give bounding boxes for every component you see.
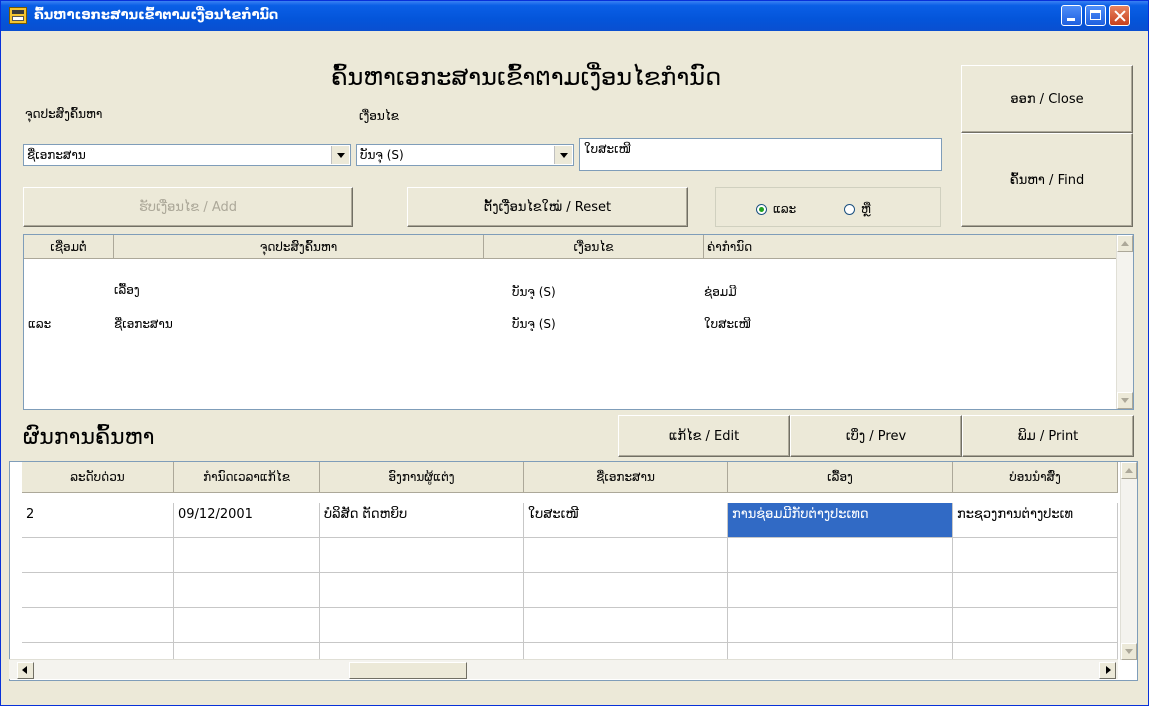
field-select-value: ຊື່ເອກະສານ: [27, 148, 86, 162]
empty-cell[interactable]: [320, 538, 524, 573]
close-icon[interactable]: [1109, 5, 1130, 26]
criteria-header-join[interactable]: ເຊື່ອມຕໍ່: [24, 235, 114, 259]
empty-cell[interactable]: [728, 538, 953, 573]
criteria-grid[interactable]: ເຊື່ອມຕໍ່ ຈຸດປະສົງຄົ້ນຫາ ເງື່ອນໄຂ ຄ່າກຳນ…: [23, 234, 1134, 410]
edit-button[interactable]: ແກ້ໄຂ / Edit: [618, 415, 790, 457]
join-radio-group: ແລະ ຫຼື: [715, 187, 941, 227]
result-cell-priority[interactable]: 2: [22, 503, 174, 538]
scroll-left-icon[interactable]: [17, 662, 34, 679]
field-select[interactable]: ຊື່ເອກະສານ: [23, 144, 351, 166]
results-hscroll[interactable]: [9, 659, 1118, 679]
criteria-header-value[interactable]: ຄ່າກຳນົດ: [704, 235, 1117, 259]
empty-cell[interactable]: [953, 573, 1118, 608]
results-grid[interactable]: ລະດັບດ່ວນ ກຳນົດເວລາແກ້ໄຂ ອົງການຜູ້ແຕ່ງ ຊ…: [9, 461, 1138, 681]
minimize-icon[interactable]: [1061, 5, 1082, 26]
criteria-row-1-field[interactable]: ເລື້ອງ: [114, 283, 140, 297]
criteria-row-2-field[interactable]: ຊື່ເອກະສານ: [114, 317, 173, 331]
page-title: ຄົ້ນຫາເອກະສານເຂົ້າຕາມເງື່ອນໄຂກຳນົດ: [331, 63, 722, 91]
maximize-icon[interactable]: [1085, 5, 1106, 26]
prev-button[interactable]: ເບິ່ງ / Prev: [790, 415, 962, 457]
empty-cell[interactable]: [174, 608, 320, 643]
results-header-destination[interactable]: ບ່ອນນຳສົ່ງ: [953, 462, 1118, 493]
find-button[interactable]: ຄົ້ນຫາ / Find: [961, 133, 1133, 227]
app-icon: [9, 7, 27, 24]
chevron-down-icon[interactable]: [331, 146, 349, 164]
results-header-subject[interactable]: ເລື້ອງ: [728, 462, 953, 493]
criteria-row-1-value[interactable]: ຊ່ອມມີ: [704, 285, 737, 299]
result-cell-destination[interactable]: ກະຊວງການຕ່າງປະເທ: [953, 503, 1118, 538]
radio-or[interactable]: ຫຼື: [844, 202, 871, 216]
empty-cell[interactable]: [728, 608, 953, 643]
empty-cell[interactable]: [320, 608, 524, 643]
results-header-deadline[interactable]: ກຳນົດເວລາແກ້ໄຂ: [174, 462, 320, 493]
condition-select-value: ບັນຈຸ (S): [360, 148, 404, 162]
field-label: ຈຸດປະສົງຄົ້ນຫາ: [25, 107, 103, 121]
radio-on-icon: [756, 203, 767, 215]
empty-cell[interactable]: [320, 573, 524, 608]
criteria-vscroll[interactable]: [1116, 235, 1133, 409]
result-cell-subject[interactable]: ການຊ່ອມມີກັບຕ່າງປະເທດ: [728, 503, 953, 538]
reset-button[interactable]: ຕັ້ງເງື່ອນໄຂໃໝ່ / Reset: [407, 187, 688, 227]
criteria-header-field[interactable]: ຈຸດປະສົງຄົ້ນຫາ: [114, 235, 484, 259]
window-title: ຄົ້ນຫາເອກະສານເຂົ້າຕາມເງື່ອນໄຂກຳນົດ: [34, 8, 279, 23]
results-header-priority[interactable]: ລະດັບດ່ວນ: [22, 462, 174, 493]
empty-cell[interactable]: [22, 573, 174, 608]
result-cell-deadline[interactable]: 09/12/2001: [174, 503, 320, 538]
empty-cell[interactable]: [174, 573, 320, 608]
scroll-down-icon[interactable]: [1121, 643, 1137, 660]
results-header-docname[interactable]: ຊື່ເອກະສານ: [524, 462, 728, 493]
empty-cell[interactable]: [728, 573, 953, 608]
search-value-input[interactable]: ໃບສະເໜີ: [579, 138, 942, 171]
radio-or-label: ຫຼື: [861, 202, 871, 216]
title-bar[interactable]: ຄົ້ນຫາເອກະສານເຂົ້າຕາມເງື່ອນໄຂກຳນົດ: [1, 1, 1148, 31]
add-button[interactable]: ຮັບເງື່ອນໄຂ / Add: [23, 187, 353, 227]
empty-cell[interactable]: [22, 538, 174, 573]
criteria-row-2-join[interactable]: ແລະ: [28, 317, 51, 331]
empty-cell[interactable]: [524, 538, 728, 573]
empty-cell[interactable]: [953, 608, 1118, 643]
empty-cell[interactable]: [524, 608, 728, 643]
empty-cell[interactable]: [953, 538, 1118, 573]
radio-and-label: ແລະ: [773, 202, 797, 216]
criteria-row-2-value[interactable]: ໃບສະເໜີ: [704, 317, 751, 331]
radio-and[interactable]: ແລະ: [756, 202, 796, 216]
scroll-up-icon[interactable]: [1117, 235, 1133, 252]
scroll-right-icon[interactable]: [1099, 662, 1116, 679]
result-cell-author[interactable]: ບໍລິສັດ ຕັດຫຍິບ: [320, 503, 524, 538]
scroll-up-icon[interactable]: [1121, 462, 1137, 479]
criteria-row-1-cond[interactable]: ບັນຈຸ (S): [512, 285, 556, 299]
print-button[interactable]: ພິມ / Print: [962, 415, 1134, 457]
results-title: ຜົນການຄົ້ນຫາ: [23, 425, 155, 450]
results-header-author[interactable]: ອົງການຜູ້ແຕ່ງ: [320, 462, 524, 493]
criteria-row-2-cond[interactable]: ບັນຈຸ (S): [512, 317, 556, 331]
result-cell-docname[interactable]: ໃບສະເໜີ: [524, 503, 728, 538]
results-vscroll[interactable]: [1120, 462, 1137, 660]
condition-label: ເງື່ອນໄຂ: [359, 109, 399, 123]
empty-cell[interactable]: [174, 538, 320, 573]
empty-cell[interactable]: [524, 573, 728, 608]
search-value-text: ໃບສະເໜີ: [584, 142, 631, 156]
close-button[interactable]: ອອກ / Close: [961, 65, 1133, 133]
search-window: ຄົ້ນຫາເອກະສານເຂົ້າຕາມເງື່ອນໄຂກຳນົດ ຄົ້ນຫ…: [0, 0, 1149, 706]
hscroll-thumb[interactable]: [349, 662, 467, 679]
scroll-down-icon[interactable]: [1117, 392, 1133, 409]
condition-select[interactable]: ບັນຈຸ (S): [356, 144, 574, 166]
empty-cell[interactable]: [22, 608, 174, 643]
criteria-header-condition[interactable]: ເງື່ອນໄຂ: [484, 235, 704, 259]
chevron-down-icon[interactable]: [554, 146, 572, 164]
radio-off-icon: [844, 203, 855, 215]
